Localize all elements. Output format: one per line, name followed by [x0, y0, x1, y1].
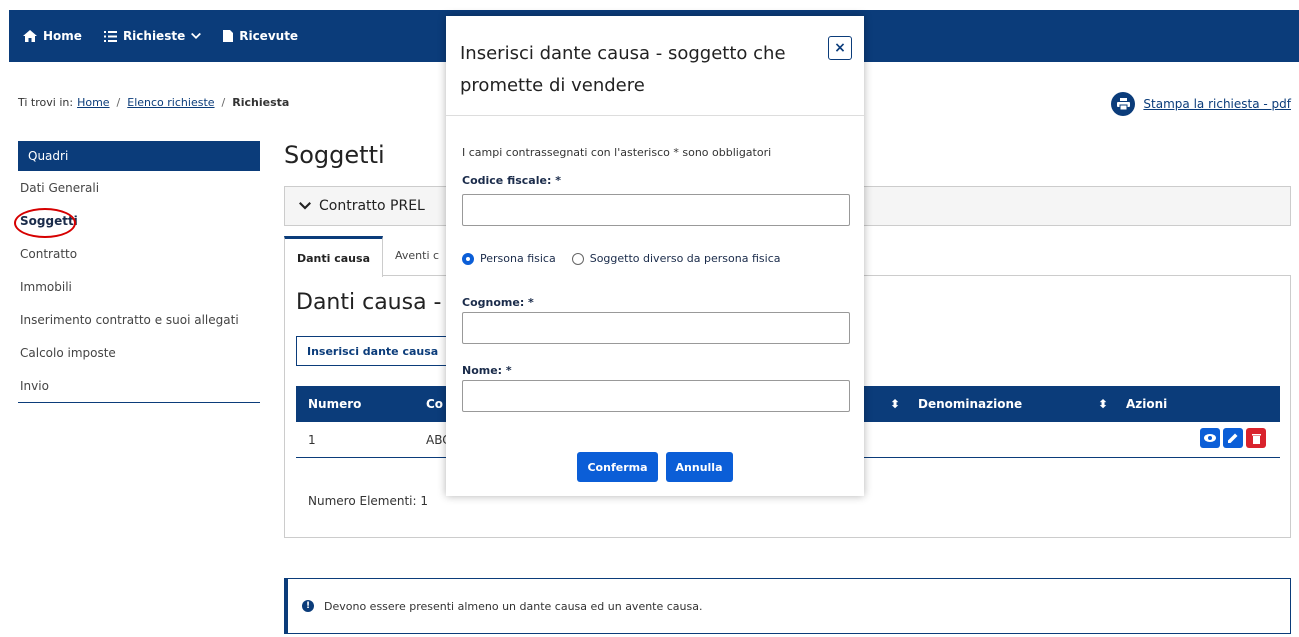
cancel-button[interactable]: Annulla [665, 452, 733, 482]
nav-richieste-label: Richieste [122, 29, 186, 43]
sidebar-item-dati-generali[interactable]: Dati Generali [18, 171, 260, 204]
close-icon[interactable]: × [828, 36, 852, 60]
radio-persona-fisica-label[interactable]: Persona fisica [480, 252, 556, 265]
nome-label: Nome: * [462, 364, 512, 377]
alert-text: Devono essere presenti almeno un dante c… [324, 599, 703, 613]
document-icon [223, 30, 234, 42]
info-icon: ! [302, 600, 314, 612]
info-alert: ! Devono essere presenti almeno un dante… [284, 578, 1291, 634]
print-request[interactable]: Stampa la richiesta - pdf [1111, 92, 1291, 116]
header-codice[interactable]: Co [426, 397, 443, 411]
print-link-label[interactable]: Stampa la richiesta - pdf [1143, 97, 1291, 111]
breadcrumb-separator: / [116, 96, 121, 109]
chevron-down-icon [191, 32, 202, 39]
cognome-input[interactable] [462, 312, 850, 344]
sidebar-item-immobili[interactable]: Immobili [18, 270, 260, 303]
nav-ricevute-label: Ricevute [239, 29, 299, 43]
header-numero[interactable]: Numero [308, 397, 361, 411]
tab-aventi-causa[interactable]: Aventi c [383, 236, 451, 275]
insert-dante-causa-button[interactable]: Inserisci dante causa [296, 336, 450, 366]
top-strip [0, 0, 1299, 10]
breadcrumb-separator: / [221, 96, 226, 109]
element-count: Numero Elementi: 1 [308, 494, 428, 508]
sort-icon[interactable]: ⬍ [1098, 397, 1108, 411]
radio-persona-fisica[interactable] [462, 252, 474, 265]
view-icon[interactable] [1200, 428, 1220, 448]
highlight-annotation [14, 208, 76, 238]
nav-richieste[interactable]: Richieste [103, 29, 202, 43]
sidebar-divider [18, 402, 260, 403]
cell-numero: 1 [308, 433, 316, 447]
page: Home Richieste Ricevute Ti trovi in: Hom… [0, 0, 1299, 637]
nav-ricevute[interactable]: Ricevute [223, 29, 298, 43]
home-icon [23, 30, 37, 42]
confirm-button[interactable]: Conferma [577, 452, 658, 482]
tab-danti-causa[interactable]: Danti causa [284, 236, 383, 277]
sidebar-header: Quadri [18, 141, 260, 171]
sidebar-item-contratto[interactable]: Contratto [18, 237, 260, 270]
modal-buttons: Conferma Annulla [446, 452, 864, 482]
nav-home[interactable]: Home [23, 29, 82, 43]
codice-fiscale-input[interactable] [462, 194, 850, 226]
nav-home-label: Home [43, 29, 82, 43]
sidebar-item-inserimento[interactable]: Inserimento contratto e suoi allegati [18, 303, 260, 336]
nome-input[interactable] [462, 380, 850, 412]
radio-soggetto-diverso[interactable] [571, 252, 584, 265]
page-title: Soggetti [284, 141, 385, 169]
sort-icon[interactable]: ⬍ [890, 397, 900, 411]
delete-icon[interactable] [1246, 428, 1266, 448]
chevron-down-icon [299, 202, 311, 210]
printer-icon [1111, 92, 1136, 116]
insert-dante-causa-modal: Inserisci dante causa - soggetto che pro… [446, 16, 864, 496]
modal-title: Inserisci dante causa - soggetto che pro… [460, 43, 786, 96]
modal-header: Inserisci dante causa - soggetto che pro… [446, 16, 864, 116]
tipo-soggetto-radio-group: Persona fisica Soggetto diverso da perso… [462, 252, 780, 265]
list-icon [103, 30, 117, 42]
section-title: Danti causa - [296, 290, 442, 315]
edit-icon[interactable] [1223, 428, 1243, 448]
sidebar-item-invio[interactable]: Invio [18, 369, 260, 402]
radio-soggetto-diverso-label[interactable]: Soggetto diverso da persona fisica [590, 252, 781, 265]
header-denominazione[interactable]: Denominazione [918, 397, 1022, 411]
breadcrumb-home-link[interactable]: Home [77, 96, 109, 109]
breadcrumb: Ti trovi in: Home / Elenco richieste / R… [18, 96, 289, 109]
header-azioni: Azioni [1126, 397, 1168, 411]
breadcrumb-elenco-link[interactable]: Elenco richieste [127, 96, 214, 109]
sidebar: Quadri Dati Generali Soggetti Contratto … [18, 141, 260, 403]
breadcrumb-current: Richiesta [232, 96, 290, 109]
sidebar-item-calcolo-imposte[interactable]: Calcolo imposte [18, 336, 260, 369]
breadcrumb-prefix: Ti trovi in: [18, 96, 74, 109]
required-note: I campi contrassegnati con l'asterisco *… [462, 146, 772, 159]
cognome-label: Cognome: * [462, 296, 534, 309]
codice-fiscale-label: Codice fiscale: * [462, 174, 561, 187]
accordion-label: Contratto PREL [319, 198, 425, 214]
